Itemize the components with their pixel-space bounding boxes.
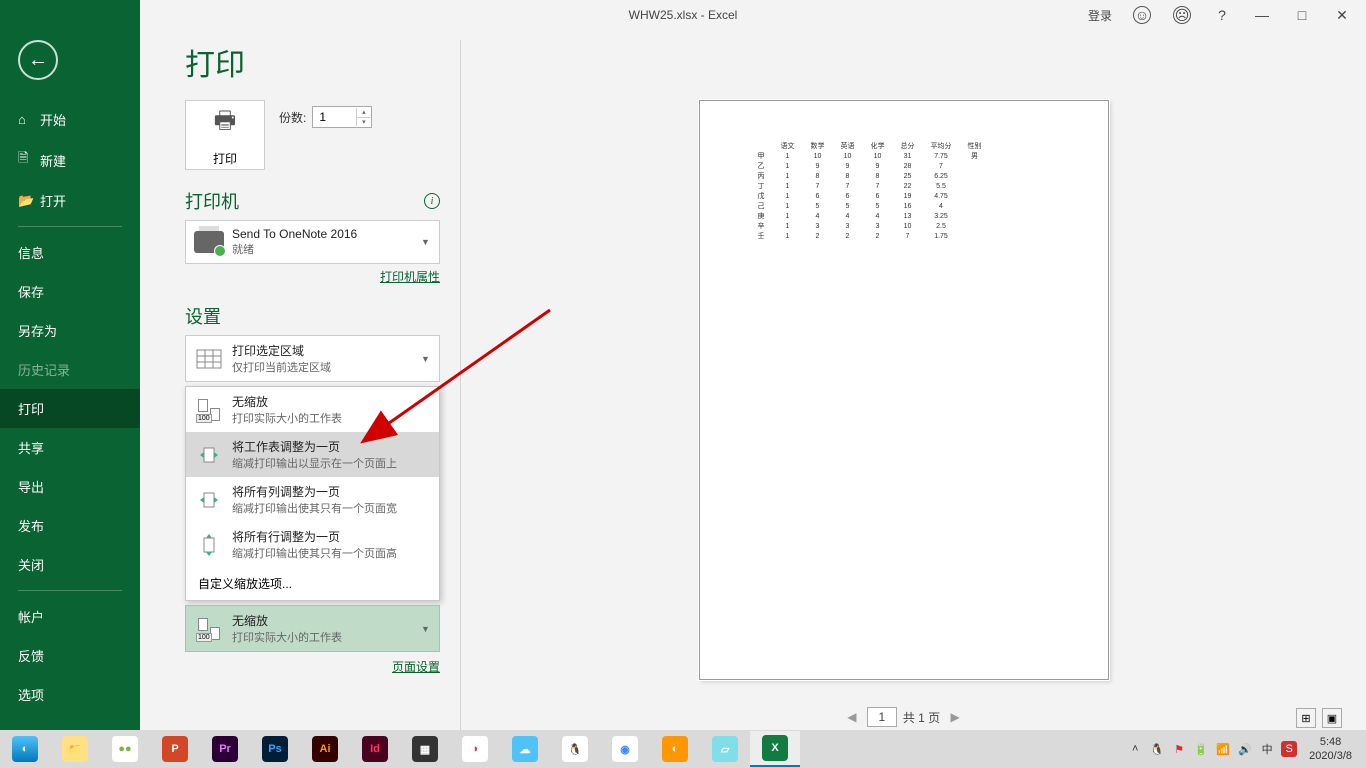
scale-fit-icon: [194, 440, 224, 470]
printer-section-header: 打印机 i: [185, 188, 440, 214]
sidebar-item-options[interactable]: 选项: [0, 675, 140, 714]
custom-scale-option[interactable]: 自定义缩放选项...: [186, 567, 439, 600]
tray-up-icon[interactable]: ˄: [1127, 741, 1143, 757]
sidebar-item-close[interactable]: 关闭: [0, 545, 140, 584]
face-happy-icon[interactable]: ☺: [1124, 1, 1160, 29]
preview-table: 语文数学英语化学总分平均分性别甲1101010317.75男乙1999287丙1…: [750, 141, 990, 241]
grid-icon: [194, 344, 224, 374]
next-page-button[interactable]: ▶: [946, 708, 964, 726]
printer-icon: 🖶: [214, 103, 237, 144]
tray-battery-icon[interactable]: 🔋: [1193, 741, 1209, 757]
tb-illustrator[interactable]: Ai: [300, 731, 350, 767]
scale-none-icon: 100: [194, 395, 224, 425]
tb-app3[interactable]: ◐: [650, 731, 700, 767]
scale-fitcols-icon: [194, 485, 224, 515]
tray-sogou-icon[interactable]: S: [1281, 741, 1297, 757]
tb-excel[interactable]: X: [750, 731, 800, 767]
zoom-to-page-button[interactable]: ▣: [1322, 708, 1342, 728]
sidebar-item-account[interactable]: 帐户: [0, 597, 140, 636]
tray-qq-icon[interactable]: 🐧: [1149, 741, 1165, 757]
print-button[interactable]: 🖶 打印: [185, 100, 265, 170]
sidebar-item-export[interactable]: 导出: [0, 467, 140, 506]
folder-open-icon: 📂: [18, 193, 32, 209]
page-total: 共 1 页: [903, 709, 940, 726]
sidebar-item-feedback[interactable]: 反馈: [0, 636, 140, 675]
tb-explorer[interactable]: 📁: [50, 731, 100, 767]
tb-app2[interactable]: ☁: [500, 731, 550, 767]
separator: [18, 226, 122, 227]
tb-app1[interactable]: ◑: [450, 731, 500, 767]
print-area-select[interactable]: 打印选定区域 仅打印当前选定区域 ▼: [186, 336, 439, 381]
tb-notes[interactable]: ▱: [700, 731, 750, 767]
home-icon: ⌂: [18, 112, 32, 127]
tb-powerpoint[interactable]: P: [150, 731, 200, 767]
sidebar-item-saveas[interactable]: 另存为: [0, 311, 140, 350]
page-navigator: ◀ 1 共 1 页 ▶: [461, 704, 1346, 730]
tb-wechat[interactable]: ●●: [100, 731, 150, 767]
login-button[interactable]: 登录: [1080, 7, 1120, 24]
sidebar-item-home[interactable]: ⌂开始: [0, 100, 140, 139]
taskbar-clock[interactable]: 5:48 2020/3/8: [1303, 735, 1358, 764]
separator: [18, 590, 122, 591]
tray-wifi-icon[interactable]: 📶: [1215, 741, 1231, 757]
system-tray: ˄ 🐧 ⚑ 🔋 📶 🔊 中 S 5:48 2020/3/8: [1127, 735, 1366, 764]
info-icon[interactable]: i: [424, 193, 440, 209]
tb-chrome[interactable]: ◉: [600, 731, 650, 767]
print-preview: 语文数学英语化学总分平均分性别甲1101010317.75男乙1999287丙1…: [460, 40, 1346, 730]
printer-device-icon: [194, 227, 224, 257]
maximize-button[interactable]: □: [1284, 1, 1320, 29]
sidebar-item-info[interactable]: 信息: [0, 233, 140, 272]
tb-video[interactable]: ▦: [400, 731, 450, 767]
copies-label: 份数:: [279, 109, 306, 126]
settings-section-header: 设置: [185, 303, 440, 329]
face-sad-icon[interactable]: ☹: [1164, 1, 1200, 29]
sidebar-item-save[interactable]: 保存: [0, 272, 140, 311]
back-button[interactable]: ←: [18, 40, 58, 80]
scale-select[interactable]: 100 无缩放打印实际大小的工作表 ▼: [186, 606, 439, 651]
chevron-down-icon: ▼: [421, 354, 431, 364]
copies-input[interactable]: 1 ▴▾: [312, 106, 372, 128]
window-title: WHW25.xlsx - Excel: [629, 8, 738, 22]
tray-ime-icon[interactable]: 中: [1259, 741, 1275, 757]
sidebar-item-new[interactable]: 🗎新建: [0, 139, 140, 181]
close-button[interactable]: ✕: [1324, 1, 1360, 29]
page-title: 打印: [185, 40, 440, 84]
preview-page: 语文数学英语化学总分平均分性别甲1101010317.75男乙1999287丙1…: [699, 100, 1109, 680]
taskbar: ◐ 📁 ●● P Pr Ps Ai Id ▦ ◑ ☁ 🐧 ◉ ◐ ▱ X ˄ 🐧…: [0, 730, 1366, 768]
tray-security-icon[interactable]: ⚑: [1171, 741, 1187, 757]
document-icon: 🗎: [18, 149, 32, 171]
scale-fitrows-icon: [194, 530, 224, 560]
show-margins-button[interactable]: ⊞: [1296, 708, 1316, 728]
tb-qq[interactable]: 🐧: [550, 731, 600, 767]
scale-popup: 100 无缩放打印实际大小的工作表 将工作表调整为一页缩减打印输出以显示在一个页…: [185, 386, 440, 601]
printer-properties-link[interactable]: 打印机属性: [380, 270, 440, 284]
page-setup-link[interactable]: 页面设置: [392, 660, 440, 674]
page-number-input[interactable]: 1: [867, 707, 897, 727]
tb-premiere[interactable]: Pr: [200, 731, 250, 767]
printer-select[interactable]: Send To OneNote 2016 就绪 ▼: [186, 221, 439, 263]
backstage-sidebar: ← ⌂开始 🗎新建 📂打开 信息 保存 另存为 历史记录 打印 共享 导出 发布…: [0, 0, 140, 730]
titlebar: WHW25.xlsx - Excel 登录 ☺ ☹ ? — □ ✕: [0, 0, 1366, 30]
tb-indesign[interactable]: Id: [350, 731, 400, 767]
tb-photoshop[interactable]: Ps: [250, 731, 300, 767]
tray-volume-icon[interactable]: 🔊: [1237, 741, 1253, 757]
tb-browser[interactable]: ◐: [0, 731, 50, 767]
copies-spinner[interactable]: ▴▾: [356, 108, 370, 126]
scale-none-icon: 100: [194, 614, 224, 644]
main-content: 打印 🖶 打印 份数: 1 ▴▾ 打印机 i: [140, 30, 1366, 730]
chevron-down-icon: ▼: [421, 624, 431, 634]
sidebar-item-history: 历史记录: [0, 350, 140, 389]
minimize-button[interactable]: —: [1244, 1, 1280, 29]
scale-option-fit-rows[interactable]: 将所有行调整为一页缩减打印输出使其只有一个页面高: [186, 522, 439, 567]
sidebar-item-publish[interactable]: 发布: [0, 506, 140, 545]
scale-option-fit-sheet[interactable]: 将工作表调整为一页缩减打印输出以显示在一个页面上: [186, 432, 439, 477]
help-button[interactable]: ?: [1204, 1, 1240, 29]
sidebar-item-open[interactable]: 📂打开: [0, 181, 140, 220]
sidebar-item-share[interactable]: 共享: [0, 428, 140, 467]
prev-page-button[interactable]: ◀: [843, 708, 861, 726]
scale-option-none[interactable]: 100 无缩放打印实际大小的工作表: [186, 387, 439, 432]
chevron-down-icon: ▼: [421, 237, 431, 247]
scale-option-fit-columns[interactable]: 将所有列调整为一页缩减打印输出使其只有一个页面宽: [186, 477, 439, 522]
sidebar-item-print[interactable]: 打印: [0, 389, 140, 428]
